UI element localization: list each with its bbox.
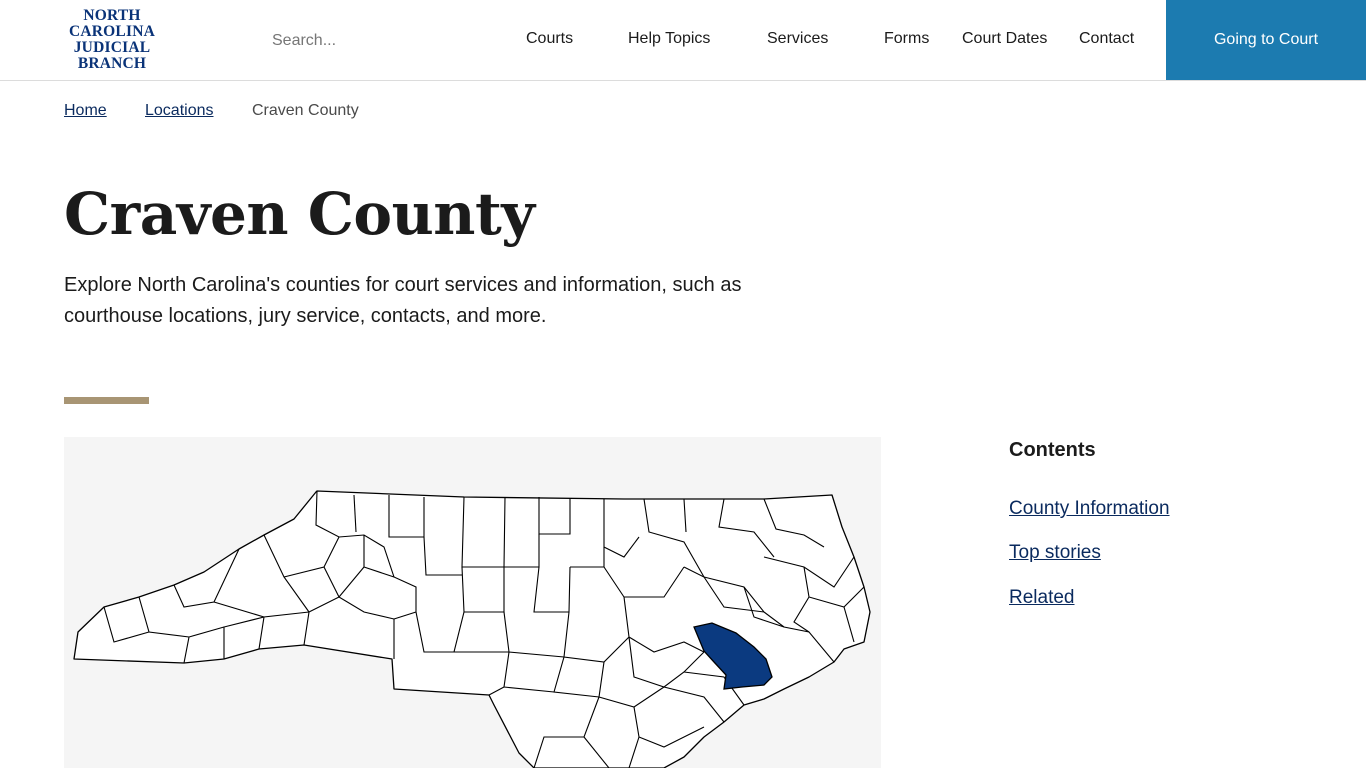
going-to-court-button[interactable]: Going to Court — [1166, 0, 1366, 80]
contents-heading: Contents — [1009, 439, 1096, 461]
logo-line: NORTH — [83, 7, 141, 24]
page-intro: Explore North Carolina's counties for co… — [64, 274, 742, 327]
logo-line: CAROLINA — [69, 23, 155, 40]
contents-link-related[interactable]: Related — [1009, 587, 1075, 609]
contents-link-county-information[interactable]: County Information — [1009, 498, 1170, 520]
contents-link-top-stories[interactable]: Top stories — [1009, 542, 1101, 564]
nav-contact[interactable]: Contact — [1079, 30, 1134, 48]
nav-court-dates[interactable]: Court Dates — [962, 30, 1047, 48]
breadcrumb-current: Craven County — [252, 102, 359, 119]
nav-forms[interactable]: Forms — [884, 30, 929, 48]
search-input[interactable] — [272, 30, 472, 52]
nav-courts[interactable]: Courts — [526, 30, 573, 48]
logo-line: BRANCH — [77, 55, 147, 72]
page-title: Craven County — [64, 180, 535, 248]
nav-services[interactable]: Services — [767, 30, 828, 48]
logo-line: JUDICIAL — [73, 39, 151, 56]
breadcrumb-home[interactable]: Home — [64, 102, 107, 120]
nav-help-topics[interactable]: Help Topics — [628, 30, 710, 48]
site-logo[interactable]: NORTH CAROLINA JUDICIAL BRANCH — [64, 8, 160, 72]
county-map — [64, 437, 881, 768]
breadcrumb-locations[interactable]: Locations — [145, 102, 214, 120]
nc-map-svg — [73, 490, 871, 768]
state-outline — [73, 490, 871, 768]
site-header: NORTH CAROLINA JUDICIAL BRANCH Courts He… — [0, 0, 1366, 81]
accent-divider — [64, 397, 149, 404]
